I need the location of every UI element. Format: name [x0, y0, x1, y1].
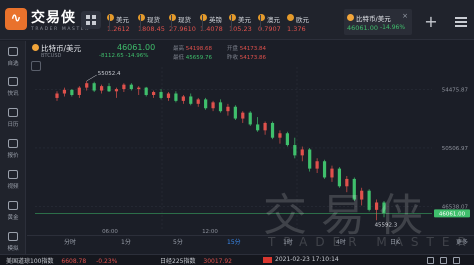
candle-body [278, 133, 282, 138]
candle-body [85, 83, 89, 88]
quotes-icon [8, 139, 18, 148]
candle-body [137, 87, 141, 90]
simulation-icon [8, 232, 18, 241]
max-label: 55052.4 [98, 71, 121, 77]
candle-body [233, 106, 237, 119]
candle-body [315, 161, 319, 169]
news-icon [8, 77, 18, 86]
y-tick-label: 50506.97 [442, 146, 469, 152]
top-bar: ∿ 交易侠 TRADER MASTER 美元 1.2612 现货 1808.45… [0, 0, 474, 40]
candle-body [196, 99, 200, 104]
candle-body [256, 124, 260, 131]
sidebar-item-watchlist[interactable]: 自选 [0, 47, 26, 69]
candle-body [226, 106, 230, 112]
candle-body [55, 93, 59, 98]
gold-icon [8, 201, 18, 210]
candle-body [204, 99, 208, 109]
candle-body [166, 93, 171, 98]
grid-icon [86, 15, 90, 19]
tab-period-4h[interactable]: 4时 [336, 237, 346, 246]
sidebar-item-news[interactable]: 快讯 [0, 77, 26, 99]
candle-body [70, 89, 74, 95]
tab-btcusd[interactable]: 比特币/美元 × 46061.00 -14.96% [344, 9, 412, 35]
notification-icon[interactable] [440, 257, 447, 264]
candle-body [285, 133, 289, 146]
chat-icon[interactable] [427, 257, 434, 264]
menu-icon[interactable] [455, 15, 469, 29]
tab-period-daily[interactable]: 日K [390, 237, 400, 246]
candle-body [270, 122, 275, 138]
candle-body [330, 168, 334, 178]
tab-period-5m[interactable]: 5分 [173, 237, 183, 246]
candle-body [308, 149, 312, 169]
close-icon[interactable]: × [402, 12, 408, 20]
candle-body [62, 89, 67, 94]
candle-body [122, 84, 126, 90]
watchlist-icon [8, 47, 18, 56]
candle-body [181, 96, 185, 101]
clock: 2021-02-23 17:10:14 [275, 256, 339, 263]
stat-open: 开盘 54173.84 [227, 46, 267, 52]
max-pointer [86, 74, 97, 82]
drawing-tool-icon[interactable] [31, 61, 41, 71]
sidebar-item-gold[interactable]: 黄金 [0, 201, 26, 223]
sidebar-item-video[interactable]: 视频 [0, 170, 26, 192]
instrument-symbol: BTCUSD [41, 53, 62, 59]
instrument-price: 46061.00 [117, 43, 156, 52]
candle-body [248, 112, 252, 125]
candle-body [211, 102, 215, 109]
candle-body [293, 145, 297, 156]
bottom-ticker-item[interactable]: 美国道琼100指数 6608.78 -0.23% [6, 256, 117, 265]
tab-period-1h[interactable]: 1时 [283, 237, 293, 246]
calendar-icon [8, 108, 18, 117]
tab-period-15m[interactable]: 15分 [227, 237, 241, 246]
video-icon [8, 170, 18, 179]
period-tabs: 分时 1分 5分 15分 1时 4时 日K 更多 [27, 235, 474, 247]
bitcoin-icon [32, 44, 39, 51]
add-tab-button[interactable]: + [423, 14, 439, 31]
candle-body [99, 86, 104, 91]
candle-body [322, 161, 327, 178]
candle-body [218, 102, 223, 112]
china-flag-icon [263, 257, 272, 263]
watermark-logo: 交易侠 [263, 190, 437, 241]
y-tick-label: 54475.87 [442, 87, 469, 93]
candle-body [114, 89, 119, 92]
bottom-ticker-item[interactable]: 日经225指数 30017.92 [160, 256, 232, 265]
sidebar-item-simulation[interactable]: 模拟 [0, 232, 26, 254]
candle-body [159, 92, 163, 98]
sidebar-item-calendar[interactable]: 日历 [0, 108, 26, 130]
candle-body [300, 149, 304, 156]
stat-prev-close: 昨收 54173.86 [227, 55, 267, 61]
sidebar: 自选 快讯 日历 报价 视频 黄金 模拟 [0, 41, 26, 265]
candle-body [189, 96, 193, 104]
grid-menu-button[interactable] [81, 11, 101, 29]
period-more-button[interactable]: 更多 [456, 237, 468, 246]
candle-body [152, 92, 156, 95]
candle-body [263, 122, 267, 131]
candle-body [241, 112, 245, 119]
sidebar-item-quotes[interactable]: 报价 [0, 139, 26, 161]
bottom-ticker-bar: 美国道琼100指数 6608.78 -0.23% 日经225指数 30017.9… [0, 254, 474, 265]
instrument-change: -8112.65 -14.96% [99, 53, 149, 59]
candle-body [107, 86, 111, 92]
candle-body [129, 84, 133, 90]
app-logo: ∿ [5, 8, 27, 30]
coin-icon [287, 14, 294, 21]
chart-panel: 54475.87 50506.97 46538.07 06:00 12:00 55052.… [27, 41, 474, 256]
candle-body [92, 83, 96, 91]
stat-low: 最低 45659.76 [173, 55, 213, 61]
tab-period-timeshare[interactable]: 分时 [64, 237, 76, 246]
candle-body [174, 93, 178, 101]
bitcoin-icon [347, 14, 354, 21]
tab-period-1m[interactable]: 1分 [121, 237, 131, 246]
brand-name: 交易侠 [31, 10, 76, 26]
last-price-label: 46061.00 [439, 211, 466, 217]
stat-high: 最高 54198.68 [173, 46, 213, 52]
candle-body [144, 87, 148, 95]
candle-body [77, 87, 81, 95]
settings-icon[interactable] [453, 257, 460, 264]
